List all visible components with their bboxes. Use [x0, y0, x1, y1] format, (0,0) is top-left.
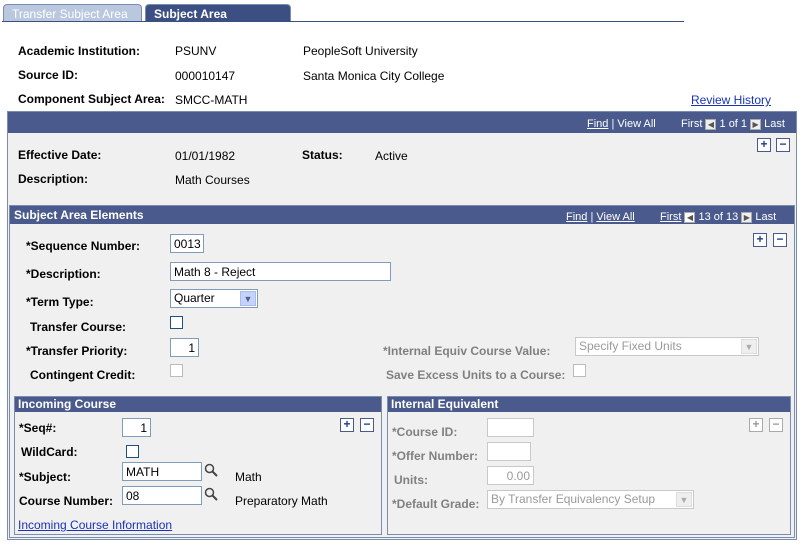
elements-first-link[interactable]: First — [660, 211, 681, 223]
course-number-description: Preparatory Math — [235, 494, 328, 508]
units-label: Units: — [394, 473, 428, 487]
tab-label: Transfer Subject Area — [12, 7, 128, 21]
course-number-lookup-search-icon[interactable] — [204, 487, 218, 501]
nav-separator: | — [590, 211, 594, 223]
description-label: Description: — [18, 172, 89, 186]
outer-nav: Find | View All — [587, 118, 656, 130]
status-value: Active — [375, 149, 408, 163]
units-input[interactable]: 0.00 — [487, 466, 534, 485]
tab-subject-area-elements[interactable]: Subject Area Elements — [145, 4, 291, 35]
term-type-label: *Term Type: — [26, 295, 94, 309]
transfer-priority-input[interactable]: 1 — [170, 338, 199, 357]
nav-separator: | — [611, 118, 615, 130]
delete-incoming-row-icon[interactable]: − — [360, 418, 374, 432]
course-id-label: *Course ID: — [392, 425, 458, 439]
outer-view-all: View All — [617, 118, 656, 130]
incoming-course-header: Incoming Course — [15, 397, 381, 412]
default-grade-value: By Transfer Equivalency Setup — [491, 492, 656, 506]
sequence-number-input[interactable]: 0013 — [170, 234, 204, 253]
term-type-value: Quarter — [174, 291, 215, 305]
delete-element-row-icon[interactable]: − — [773, 233, 787, 247]
incoming-seq-input[interactable]: 1 — [122, 418, 151, 437]
elements-find-link[interactable]: Find — [566, 211, 587, 223]
institution-name: PeopleSoft University — [303, 44, 418, 58]
sequence-number-label: *Sequence Number: — [26, 239, 141, 253]
effective-date-label: Effective Date: — [18, 148, 102, 162]
delete-internal-row-icon[interactable]: − — [769, 418, 783, 432]
source-name: Santa Monica City College — [303, 69, 445, 83]
outer-next-icon[interactable]: ▶ — [750, 118, 762, 130]
course-number-input[interactable]: 08 — [122, 486, 202, 505]
wildcard-checkbox[interactable] — [126, 445, 139, 458]
outer-count: 1 of 1 — [719, 118, 748, 130]
subject-lookup-search-icon[interactable] — [204, 463, 218, 477]
tab-underline — [2, 21, 684, 22]
description-value: Math Courses — [175, 173, 250, 187]
tab-transfer-subject-area[interactable]: Transfer Subject Area — [3, 4, 142, 22]
elements-prev-icon[interactable]: ◀ — [684, 211, 696, 223]
elements-last: Last — [755, 211, 777, 223]
add-effective-row-icon[interactable]: + — [757, 138, 771, 152]
incoming-course-title: Incoming Course — [18, 397, 117, 411]
chevron-down-icon: ▼ — [741, 339, 757, 354]
internal-equiv-course-value-select[interactable]: Specify Fixed Units ▼ — [575, 337, 759, 356]
effective-date-value: 01/01/1982 — [175, 149, 236, 163]
default-grade-select[interactable]: By Transfer Equivalency Setup ▼ — [487, 490, 694, 509]
chevron-down-icon: ▼ — [676, 492, 692, 507]
save-excess-units-label: Save Excess Units to a Course: — [386, 368, 566, 382]
transfer-priority-label: *Transfer Priority: — [26, 344, 128, 358]
transfer-course-checkbox[interactable] — [170, 316, 183, 329]
delete-effective-row-icon[interactable]: − — [776, 138, 790, 152]
status-label: Status: — [302, 148, 343, 162]
incoming-course-information-link[interactable]: Incoming Course Information — [18, 518, 172, 532]
save-excess-units-checkbox[interactable] — [573, 364, 586, 377]
outer-first: First — [681, 118, 703, 130]
elements-nav: Find | View All — [566, 211, 635, 223]
effective-date-panel-header — [8, 112, 796, 133]
elements-next-icon[interactable]: ▶ — [741, 211, 753, 223]
incoming-seq-label: *Seq#: — [19, 421, 57, 435]
internal-equivalent-panel — [387, 396, 791, 535]
elements-nav-paging: First ◀ 13 of 13 ▶ Last — [660, 211, 776, 223]
element-description-input[interactable]: Math 8 - Reject — [170, 262, 391, 281]
course-id-input[interactable] — [487, 418, 534, 437]
outer-prev-icon[interactable]: ◀ — [705, 118, 717, 130]
subject-area-elements-title: Subject Area Elements — [14, 208, 144, 222]
chevron-down-icon: ▼ — [240, 291, 256, 306]
internal-equiv-course-value-label: *Internal Equiv Course Value: — [383, 344, 551, 358]
institution-label: Academic Institution: — [18, 44, 141, 58]
component-subject-area-label: Component Subject Area: — [18, 92, 165, 106]
outer-nav-paging: First ◀ 1 of 1 ▶ Last — [681, 118, 785, 130]
source-id-label: Source ID: — [18, 68, 79, 82]
transfer-course-label: Transfer Course: — [30, 320, 127, 334]
wildcard-label: WildCard: — [21, 445, 78, 459]
contingent-credit-checkbox[interactable] — [170, 364, 183, 377]
offer-number-input[interactable] — [487, 442, 531, 461]
element-description-label: *Description: — [26, 267, 101, 281]
outer-find-link[interactable]: Find — [587, 118, 608, 130]
internal-equivalent-title: Internal Equivalent — [391, 397, 499, 411]
elements-count: 13 of 13 — [698, 211, 739, 223]
add-internal-row-icon[interactable]: + — [749, 418, 763, 432]
internal-equivalent-header: Internal Equivalent — [388, 397, 790, 412]
incoming-subject-input[interactable]: MATH — [122, 462, 202, 481]
incoming-subject-label: *Subject: — [19, 470, 72, 484]
incoming-subject-description: Math — [235, 470, 262, 484]
component-subject-area-value: SMCC-MATH — [175, 93, 248, 107]
add-incoming-row-icon[interactable]: + — [340, 418, 354, 432]
review-history-link[interactable]: Review History — [691, 93, 771, 107]
add-element-row-icon[interactable]: + — [753, 233, 767, 247]
offer-number-label: *Offer Number: — [392, 449, 479, 463]
institution-code: PSUNV — [175, 44, 217, 58]
contingent-credit-label: Contingent Credit: — [30, 368, 136, 382]
term-type-select[interactable]: Quarter ▼ — [170, 289, 258, 308]
outer-last: Last — [764, 118, 785, 130]
course-number-label: Course Number: — [19, 494, 114, 508]
default-grade-label: *Default Grade: — [392, 497, 480, 511]
elements-view-all-link[interactable]: View All — [596, 211, 634, 223]
internal-equiv-value: Specify Fixed Units — [579, 339, 682, 353]
source-id-value: 000010147 — [175, 69, 236, 83]
